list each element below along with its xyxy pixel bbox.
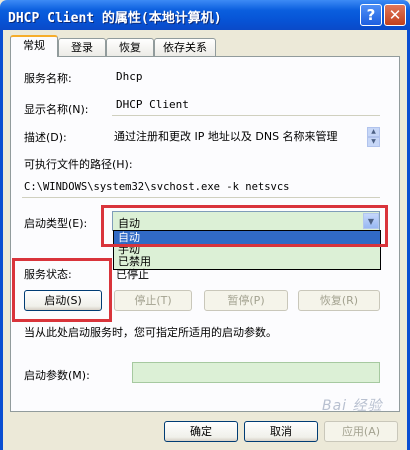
ok-button[interactable]: 确定 — [164, 421, 238, 442]
exe-path-underline — [22, 197, 380, 198]
exe-path-value: C:\WINDOWS\system32\svchost.exe -k netsv… — [24, 181, 290, 193]
description-label: 描述(D): — [24, 131, 67, 144]
watermark-text: Bai 经验 — [322, 398, 383, 414]
tab-general[interactable]: 常规 — [10, 35, 58, 57]
highlight-startup-type — [101, 205, 388, 247]
display-name-underline — [112, 115, 380, 116]
scroll-up-icon[interactable]: ▲ — [367, 127, 380, 137]
cancel-button[interactable]: 取消 — [244, 421, 318, 442]
apply-button[interactable]: 应用(A) — [324, 421, 398, 442]
tab-dependencies[interactable]: 依存关系 — [154, 38, 216, 56]
help-icon: ? — [366, 6, 376, 24]
service-name-label: 服务名称: — [24, 72, 72, 85]
exe-path-label: 可执行文件的路径(H): — [24, 158, 133, 171]
service-name-value: Dhcp — [116, 70, 143, 83]
resume-button[interactable]: 恢复(R) — [298, 290, 380, 311]
tab-logon[interactable]: 登录 — [58, 38, 106, 56]
display-name-field[interactable]: DHCP Client — [116, 98, 189, 111]
window-title: DHCP Client 的属性(本地计算机) — [8, 11, 222, 26]
scroll-down-icon[interactable]: ▼ — [367, 137, 380, 147]
start-params-input[interactable] — [132, 362, 380, 383]
close-button[interactable]: ✕ — [384, 4, 406, 26]
description-field[interactable]: 通过注册和更改 IP 地址以及 DNS 名称来管理 — [114, 128, 338, 144]
stop-button[interactable]: 停止(T) — [114, 290, 192, 311]
description-scrollbar[interactable]: ▲ ▼ — [367, 127, 380, 147]
highlight-start — [12, 258, 112, 322]
pause-button[interactable]: 暂停(P) — [204, 290, 288, 311]
start-hint-text: 当从此处启动服务时，您可指定所适用的启动参数。 — [24, 326, 277, 339]
help-button[interactable]: ? — [360, 4, 382, 26]
startup-type-label: 启动类型(E): — [24, 217, 88, 230]
window-border-left — [0, 30, 3, 450]
tab-recovery[interactable]: 恢复 — [106, 38, 154, 56]
service-status-value: 已停止 — [116, 268, 149, 281]
close-icon: ✕ — [388, 6, 402, 24]
display-name-label: 显示名称(N): — [24, 103, 89, 116]
start-params-label: 启动参数(M): — [24, 369, 90, 382]
